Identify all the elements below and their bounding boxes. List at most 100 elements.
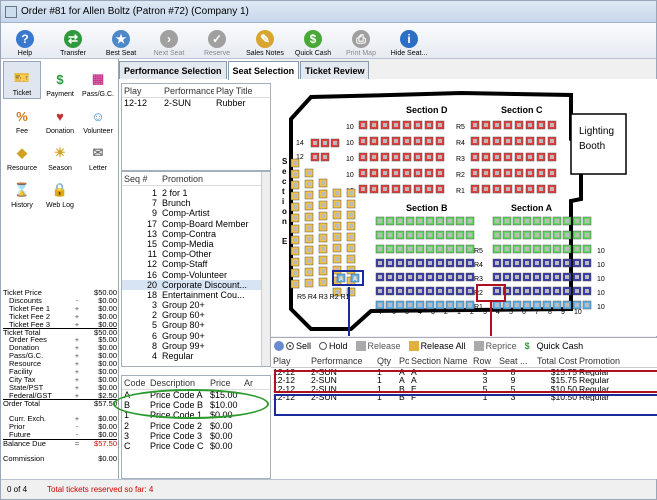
cart-column-header[interactable]: Row — [471, 354, 497, 367]
cart-row[interactable]: 12-12 2-SUN 1 B E 5 5 $10.50 Regular — [271, 385, 657, 393]
quick-cash-button[interactable]: $ Quick Cash — [525, 341, 584, 351]
grid-row[interactable]: A Price Code A $15.00 — [122, 390, 270, 400]
grid-row[interactable]: 11 Comp-Other — [122, 249, 270, 259]
price-grid[interactable]: Code Description Price Ar A Price Code A $15.… — [121, 375, 271, 479]
nav-donation[interactable]: ♥ Donation — [41, 98, 79, 136]
grid-row[interactable]: 1 2 for 1 — [122, 188, 270, 198]
grid-row[interactable]: 7 Brunch — [122, 198, 270, 208]
grid-row[interactable]: 17 Comp-Board Member — [122, 219, 270, 229]
print-map-button[interactable]: ⎙ Print Map — [337, 23, 385, 59]
seat-inner — [349, 202, 353, 206]
cart-row[interactable]: 12-12 2-SUN 1 B F 1 3 $10.50 Regular — [271, 393, 657, 401]
nav-gift-card[interactable]: ▦ Pass/G.C. — [79, 61, 117, 99]
hold-radio[interactable] — [319, 342, 328, 350]
grid-row[interactable]: 5 Group 80+ — [122, 320, 270, 330]
grid-row[interactable]: 18 Entertainment Cou... — [122, 290, 270, 300]
nav-payment[interactable]: $ Payment — [41, 61, 79, 99]
grid-cell: $10.00 — [210, 400, 238, 411]
tab-performance-selection[interactable]: Performance Selection — [119, 61, 227, 79]
nav-season[interactable]: ☀ Season — [41, 135, 79, 173]
quick-cash-icon: $ — [304, 30, 322, 48]
seat-inner — [495, 303, 499, 307]
reprice-button[interactable]: Reprice — [473, 341, 517, 351]
tab-seat-selection[interactable]: Seat Selection — [227, 61, 300, 80]
seat-map[interactable]: Lighting Booth Section D Section C Section B… — [271, 79, 657, 336]
seat-inner — [438, 303, 442, 307]
grid-row[interactable]: 8 Group 99+ — [122, 341, 270, 351]
grid-row[interactable]: 15 Comp-Media — [122, 239, 270, 249]
grid-row[interactable]: 13 Comp-Contra — [122, 229, 270, 239]
nav-resource[interactable]: ◆ Resource — [3, 135, 41, 173]
cart-column-header[interactable]: Section Name — [409, 354, 471, 367]
grid-row[interactable]: 6 Group 90+ — [122, 331, 270, 341]
nav-history[interactable]: ⌛ History — [3, 172, 41, 210]
grid-row[interactable]: C Price Code C $0.00 — [122, 441, 270, 451]
season-icon: ☀ — [54, 145, 66, 160]
column-header[interactable]: Promotion — [160, 172, 260, 185]
grid-row[interactable]: 20 Corporate Discount... — [122, 279, 270, 290]
cart-row[interactable]: 12-12 2-SUN 1 A A 3 9 $15.75 Regular — [271, 376, 657, 384]
cart-column-header[interactable]: Play — [271, 354, 309, 367]
cart-column-header[interactable]: Qty — [375, 354, 397, 367]
nav-letter[interactable]: ✉ Letter — [79, 135, 117, 173]
cart-cell: Regular — [579, 392, 610, 402]
promotion-scrollbar[interactable] — [261, 172, 270, 366]
grid-cell: Group 99+ — [162, 340, 205, 351]
next-seat-button[interactable]: › Next Seat — [145, 23, 193, 59]
grid-row[interactable]: 1 Price Code 1 $0.00 — [122, 410, 270, 420]
reserve-button[interactable]: ✓ Reserve — [193, 23, 241, 59]
column-header[interactable]: Description — [148, 376, 208, 389]
grid-row[interactable]: 9 Comp-Artist — [122, 208, 270, 218]
release-button[interactable]: Release — [355, 341, 401, 351]
column-header[interactable]: Price — [208, 376, 242, 389]
cart-column-header[interactable]: Performance — [309, 354, 375, 367]
nav-fee[interactable]: % Fee — [3, 98, 41, 136]
column-header[interactable]: Ar — [242, 376, 262, 389]
column-header[interactable]: Performance — [162, 84, 214, 97]
grid-row[interactable]: 12 Comp-Staff — [122, 259, 270, 269]
best-seat-button[interactable]: ★ Best Seat — [97, 23, 145, 59]
grid-row[interactable]: 2 Price Code 2 $0.00 — [122, 421, 270, 431]
seat-inner — [378, 289, 382, 293]
seat-map-canvas[interactable]: Lighting Booth Section D Section C Section B… — [271, 79, 657, 336]
grid-row[interactable]: 3 Price Code 3 $0.00 — [122, 431, 270, 441]
nav-volunteer[interactable]: ☺ Volunteer — [79, 98, 117, 136]
help-button[interactable]: ? Help — [1, 23, 49, 59]
transfer-button[interactable]: ⇄ Transfer — [49, 23, 97, 59]
column-header[interactable]: Code — [122, 376, 148, 389]
cart-column-header[interactable]: Total Cost — [527, 354, 577, 367]
column-header[interactable]: Play Title — [214, 84, 270, 97]
seat-inner — [398, 219, 402, 223]
performance-grid[interactable]: Play Performance Play Title 12-12 2-SUN Rubb… — [121, 83, 271, 171]
seat-inner — [515, 233, 519, 237]
hide-seat-button[interactable]: i Hide Seat... — [385, 23, 433, 59]
sales-notes-button[interactable]: ✎ Sales Notes — [241, 23, 289, 59]
cart-panel: Sell Hold Release Release All Reprice $ Q… — [271, 337, 657, 479]
release-all-button[interactable]: Release All — [408, 341, 466, 351]
cart-row[interactable]: 12-12 2-SUN 1 A A 3 8 $15.75 Regular — [271, 368, 657, 376]
grid-cell: 2 — [124, 420, 130, 431]
nav-label: History — [11, 202, 33, 209]
cart-column-header[interactable]: Seat ... — [497, 354, 527, 367]
payment-icon: $ — [56, 71, 64, 87]
cart-column-header[interactable]: Promotion — [577, 354, 637, 367]
grid-row[interactable]: 2 Group 60+ — [122, 310, 270, 320]
seat-inner — [468, 233, 472, 237]
grid-row[interactable]: B Price Code B $10.00 — [122, 400, 270, 410]
cart-column-header[interactable]: Pc — [397, 354, 409, 367]
grid-row[interactable]: 16 Comp-Volunteer — [122, 270, 270, 280]
column-header[interactable]: Seq # — [122, 172, 160, 185]
promotion-grid[interactable]: Seq # Promotion 1 2 for 1 7 Brunch 9 Comp-Arti… — [121, 171, 271, 367]
grid-row[interactable]: 3 Group 20+ — [122, 300, 270, 310]
grid-cell: 8 — [151, 340, 157, 351]
column-header[interactable]: Play — [122, 84, 162, 97]
nav-ticket[interactable]: 🎫 Ticket — [3, 61, 41, 99]
grid-row[interactable]: 4 Regular — [122, 351, 270, 361]
quick-cash-button[interactable]: $ Quick Cash — [289, 23, 337, 59]
tab-ticket-review[interactable]: Ticket Review — [300, 61, 370, 79]
hold-option[interactable]: Hold — [319, 341, 348, 351]
sell-radio[interactable] — [286, 342, 294, 350]
grid-row[interactable]: 12-12 2-SUN Rubber — [122, 98, 270, 108]
sell-option[interactable]: Sell — [274, 341, 311, 351]
nav-web-log[interactable]: 🔒 Web Log — [41, 172, 79, 210]
